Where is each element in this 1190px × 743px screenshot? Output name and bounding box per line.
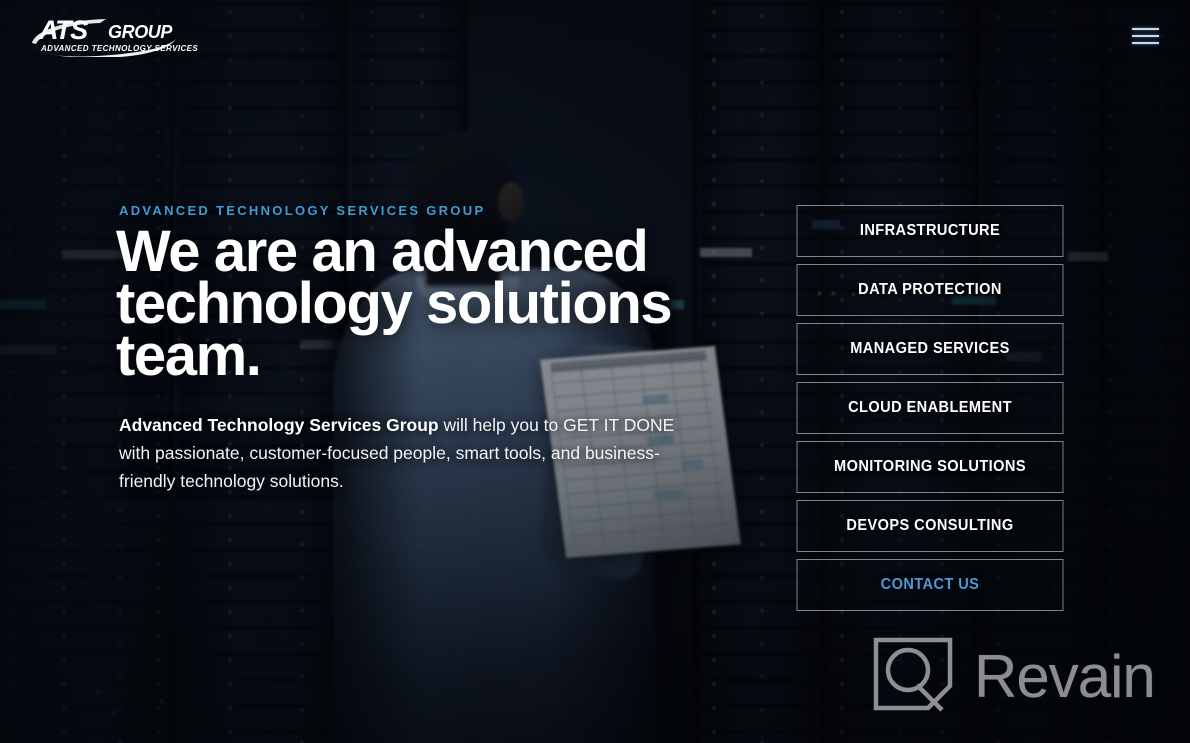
service-button-stack: INFRASTRUCTURE DATA PROTECTION MANAGED SER… [788,205,1072,611]
service-button-label: MANAGED SERVICES [850,340,1010,357]
service-button-cloud-enablement[interactable]: CLOUD ENABLEMENT [796,382,1064,434]
logo-secondary-text: GROUP [108,22,173,42]
revain-watermark-text: Revain [974,643,1156,710]
page-title: We are an advanced technology solutions … [116,219,673,388]
service-button-infrastructure[interactable]: INFRASTRUCTURE [796,205,1064,257]
logo-primary-text: ATS [39,15,88,45]
logo-tagline: ADVANCED TECHNOLOGY SERVICES [41,44,199,53]
hero-description: Advanced Technology Services Group will … [119,411,697,495]
revain-watermark: Revain [872,634,1156,720]
service-button-label: INFRASTRUCTURE [859,222,1001,239]
service-button-label: DATA PROTECTION [858,281,1002,298]
hero-description-strong: Advanced Technology Services Group [119,415,439,435]
service-button-managed-services[interactable]: MANAGED SERVICES [796,323,1064,375]
hero-eyebrow: ADVANCED TECHNOLOGY SERVICES GROUP [119,203,486,218]
hero-page: ATS GROUP ADVANCED TECHNOLOGY SERVICES A… [0,0,1190,743]
service-button-label: CLOUD ENABLEMENT [848,399,1012,416]
revain-logo-icon [873,637,953,712]
ats-group-logo[interactable]: ATS GROUP ADVANCED TECHNOLOGY SERVICES [30,15,198,57]
hamburger-bar [1132,28,1159,30]
hamburger-bar [1132,35,1159,37]
service-button-label: CONTACT US [880,576,980,593]
service-button-data-protection[interactable]: DATA PROTECTION [796,264,1064,316]
site-header: ATS GROUP ADVANCED TECHNOLOGY SERVICES [0,0,1190,74]
service-button-label: DEVOPS CONSULTING [846,517,1014,534]
service-button-contact-us[interactable]: CONTACT US [796,559,1064,611]
hamburger-menu-icon[interactable] [1130,24,1160,48]
service-button-label: MONITORING SOLUTIONS [834,458,1026,475]
service-button-monitoring-solutions[interactable]: MONITORING SOLUTIONS [796,441,1064,493]
service-button-devops-consulting[interactable]: DEVOPS CONSULTING [796,500,1064,552]
hamburger-bar [1132,42,1159,44]
